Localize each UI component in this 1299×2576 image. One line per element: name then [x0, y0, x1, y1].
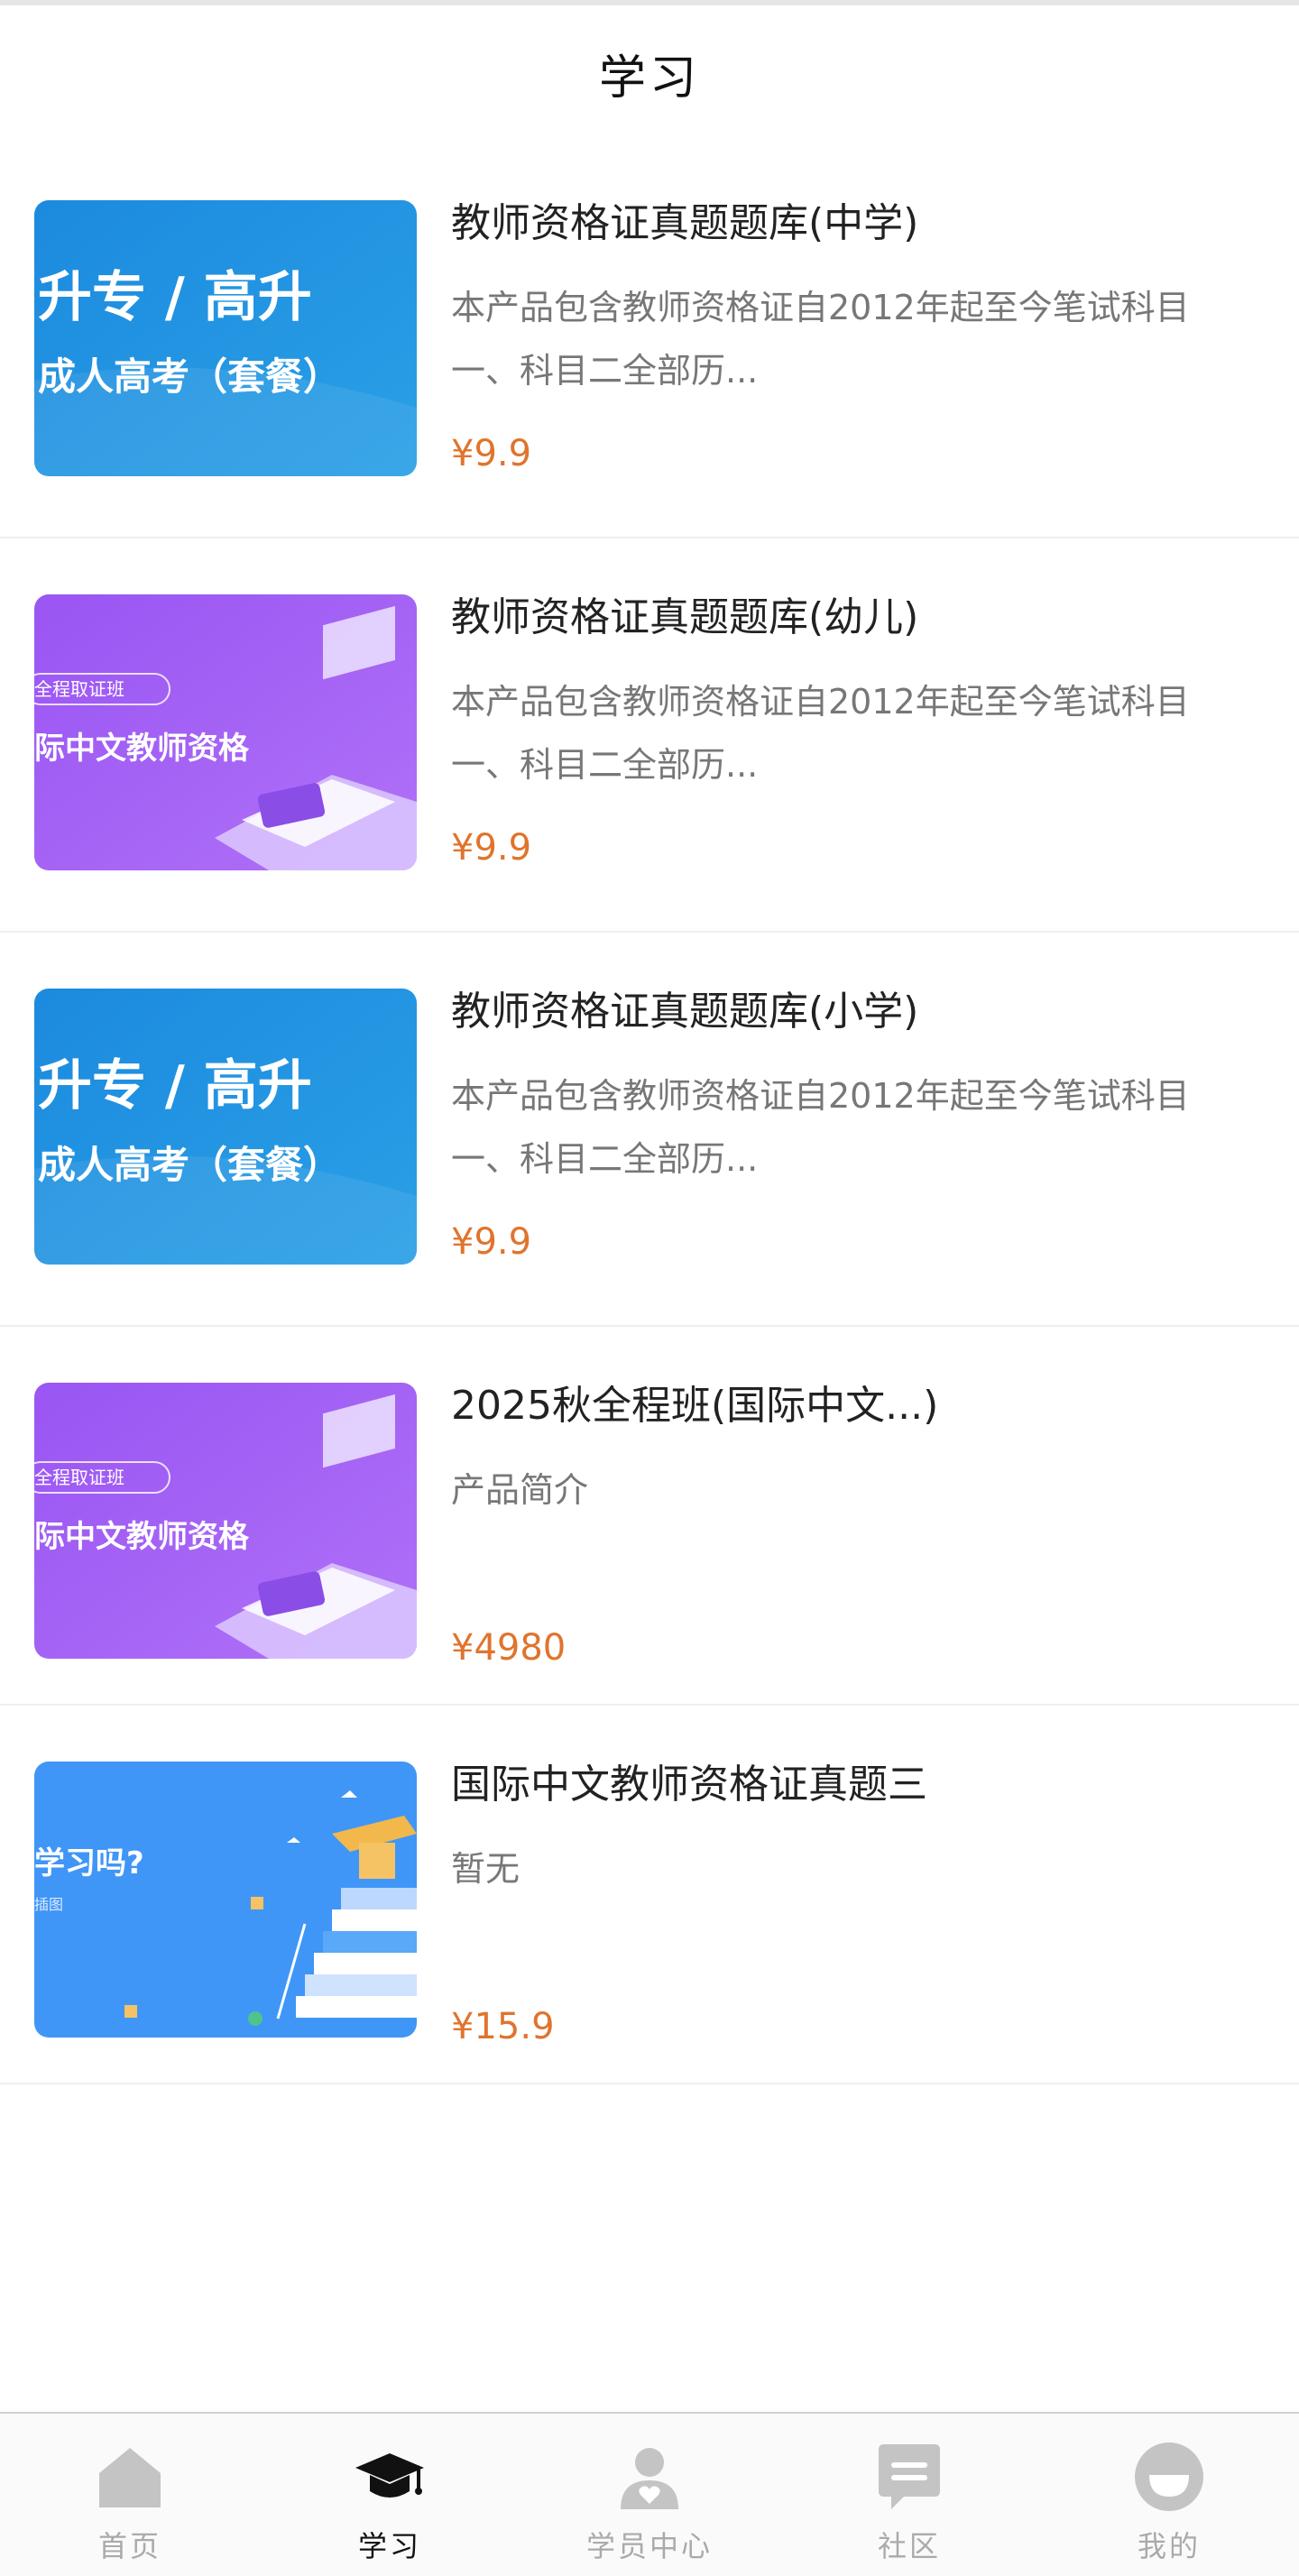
- tab-label: 社区: [877, 2529, 941, 2563]
- tab-community[interactable]: 社区: [779, 2414, 1039, 2576]
- course-title: 2025秋全程班(国际中文...): [451, 1383, 939, 1429]
- course-price: ¥15.9: [451, 2006, 555, 2047]
- svg-text:插图: 插图: [34, 1896, 63, 1913]
- home-icon: [99, 2448, 161, 2507]
- course-description: 本产品包含教师资格证自2012年起至今笔试科目一、科目二全部历...: [451, 288, 1190, 391]
- svg-text:全程取证班: 全程取证班: [34, 1467, 124, 1488]
- tab-mine[interactable]: 我的: [1039, 2414, 1299, 2576]
- tab-label: 学习: [357, 2529, 421, 2563]
- course-title: 教师资格证真题题库(幼儿): [451, 594, 919, 640]
- chat-icon: [879, 2444, 940, 2509]
- svg-text:学习吗?: 学习吗?: [34, 1845, 144, 1881]
- page-title: 学习: [598, 51, 700, 106]
- course-thumbnail: 全程取证班 际中文教师资格: [34, 1383, 417, 1659]
- graduation-cap-icon: [355, 2453, 424, 2498]
- course-price: ¥9.9: [451, 827, 532, 869]
- course-list: 升专 / 高升 成人高考（套餐） 教师资格证真题题库(中学) 本产品包含教师资格…: [0, 144, 1299, 2084]
- course-thumbnail: 升专 / 高升 成人高考（套餐）: [34, 200, 417, 476]
- svg-text:成人高考（套餐）: 成人高考（套餐）: [38, 1143, 341, 1187]
- svg-text:成人高考（套餐）: 成人高考（套餐）: [38, 354, 341, 399]
- course-thumbnail: 全程取证班 际中文教师资格: [34, 594, 417, 870]
- tab-label: 我的: [1137, 2529, 1201, 2563]
- tab-learn[interactable]: 学习: [260, 2414, 520, 2576]
- course-item[interactable]: 学习吗? 插图 国际中文教师资格证真题三 暂无 ¥15.9: [0, 1706, 1299, 2084]
- course-price: ¥9.9: [451, 433, 532, 474]
- tab-home[interactable]: 首页: [0, 2414, 260, 2576]
- tab-label: 首页: [97, 2529, 161, 2563]
- course-thumbnail: 学习吗? 插图: [34, 1762, 417, 2038]
- profile-circle-icon: [1135, 2443, 1203, 2511]
- course-thumbnail: 升专 / 高升 成人高考（套餐）: [34, 989, 417, 1265]
- svg-text:全程取证班: 全程取证班: [34, 678, 124, 700]
- svg-text:际中文教师资格: 际中文教师资格: [34, 1519, 250, 1555]
- course-title: 教师资格证真题题库(小学): [451, 989, 919, 1035]
- bottom-tab-bar: 首页 学习 学员中心 社区 我的: [0, 2412, 1299, 2576]
- course-price: ¥4980: [451, 1627, 567, 1669]
- user-heart-icon: [621, 2448, 678, 2509]
- course-description: 暂无: [451, 1849, 521, 1889]
- course-item[interactable]: 全程取证班 际中文教师资格 2025秋全程班(国际中文...) 产品简介 ¥49…: [0, 1327, 1299, 1706]
- course-item[interactable]: 升专 / 高升 成人高考（套餐） 教师资格证真题题库(小学) 本产品包含教师资格…: [0, 933, 1299, 1327]
- course-description: 本产品包含教师资格证自2012年起至今笔试科目一、科目二全部历...: [451, 682, 1190, 785]
- course-item[interactable]: 升专 / 高升 成人高考（套餐） 教师资格证真题题库(中学) 本产品包含教师资格…: [0, 144, 1299, 538]
- svg-text:升专 / 高升: 升专 / 高升: [38, 266, 312, 329]
- tab-member-center[interactable]: 学员中心: [520, 2414, 779, 2576]
- tab-label: 学员中心: [585, 2529, 713, 2563]
- course-item[interactable]: 全程取证班 际中文教师资格 教师资格证真题题库(幼儿) 本产品包含教师资格证自2…: [0, 538, 1299, 933]
- svg-text:升专 / 高升: 升专 / 高升: [38, 1054, 312, 1118]
- course-description: 本产品包含教师资格证自2012年起至今笔试科目一、科目二全部历...: [451, 1076, 1190, 1179]
- course-price: ¥9.9: [451, 1221, 532, 1263]
- page-header: 学习: [0, 5, 1299, 141]
- course-title: 国际中文教师资格证真题三: [451, 1762, 927, 1808]
- svg-text:际中文教师资格: 际中文教师资格: [34, 731, 250, 767]
- course-title: 教师资格证真题题库(中学): [451, 200, 919, 246]
- course-description: 产品简介: [451, 1470, 589, 1510]
